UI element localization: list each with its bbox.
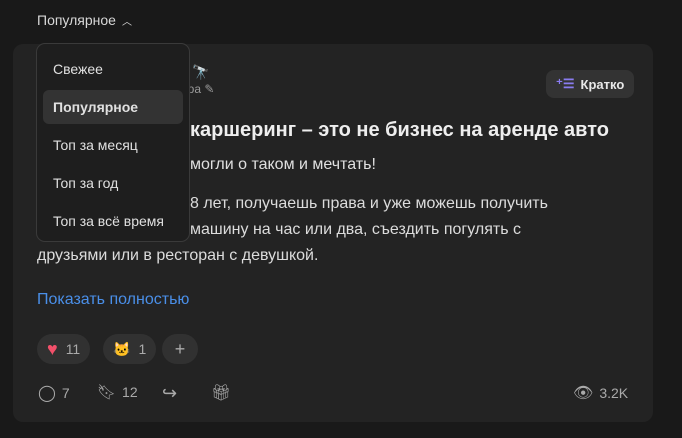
sort-option-fresh[interactable]: Свежее	[43, 52, 183, 86]
post-body-line: машину на час или два, съездить погулять…	[190, 221, 521, 238]
gift-icon: 🎁︎	[211, 385, 232, 402]
share-button[interactable]: ↪	[162, 383, 177, 404]
brief-button[interactable]: ⁺☰ Кратко	[546, 70, 635, 98]
bookmark-icon: 🔖︎	[97, 384, 117, 401]
post-body-line: друзьями или в ресторан с девушкой.	[37, 247, 319, 264]
summary-list-icon: ⁺☰	[556, 76, 575, 91]
telescope-icon: 🔭	[192, 64, 210, 80]
sort-option-top-all-time[interactable]: Топ за всё время	[43, 204, 183, 238]
post-body-line: 8 лет, получаешь права и уже можешь полу…	[190, 195, 548, 212]
comment-icon: ◯	[38, 385, 56, 402]
sort-menu: Свежее Популярное Топ за месяц Топ за го…	[36, 43, 190, 242]
sort-option-popular[interactable]: Популярное	[43, 90, 183, 124]
chevron-up-icon: ︿	[121, 16, 132, 28]
views-counter: 👁︎ 3.2K	[573, 385, 629, 402]
pencil-icon: ✎	[204, 82, 215, 96]
reaction-heart[interactable]: ♥ 11	[37, 334, 91, 364]
cat-sunglasses-icon: 🐱	[113, 340, 131, 357]
post-title[interactable]: каршеринг – это не бизнес на аренде авто	[190, 119, 609, 142]
sort-option-top-year[interactable]: Топ за год	[43, 166, 183, 200]
post-lead: могли о таком и мечтать!	[190, 156, 376, 173]
share-arrow-icon: ↪	[162, 383, 178, 403]
sort-dropdown-toggle[interactable]: Популярное ︿	[37, 12, 132, 28]
bookmark-button[interactable]: 🔖︎ 12	[97, 383, 138, 401]
plus-icon: +	[174, 338, 186, 359]
show-more-link[interactable]: Показать полностью	[37, 291, 189, 309]
sort-label: Популярное	[37, 12, 116, 28]
comments-button[interactable]: ◯ 7	[38, 383, 70, 403]
sort-option-top-month[interactable]: Топ за месяц	[43, 128, 183, 162]
donate-button[interactable]: 🎁︎	[211, 383, 231, 403]
reaction-cat[interactable]: 🐱 1	[103, 334, 157, 364]
eye-icon: 👁︎	[573, 385, 594, 402]
add-reaction-button[interactable]: +	[162, 334, 198, 364]
heart-icon: ♥	[47, 338, 58, 359]
